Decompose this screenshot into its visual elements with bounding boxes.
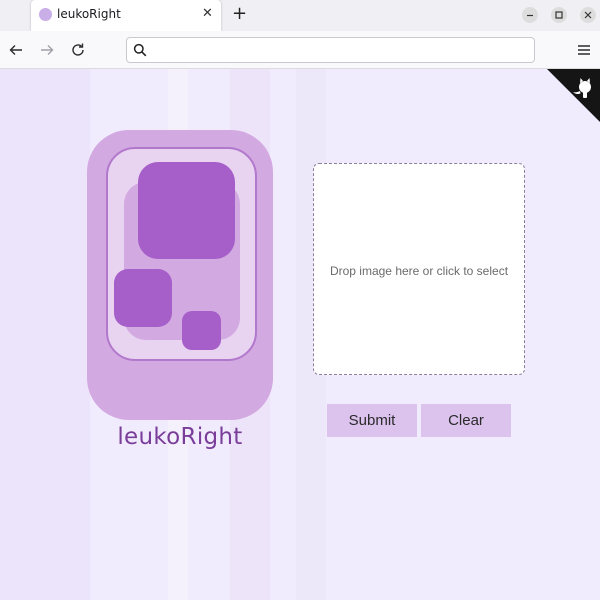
page-content: leukoRight Drop image here or click to s… — [0, 69, 600, 600]
app-logo: leukoRight — [87, 130, 273, 450]
maximize-icon[interactable] — [551, 7, 567, 23]
navigation-bar — [0, 31, 600, 69]
search-icon — [133, 43, 147, 57]
tab-close-icon[interactable]: ✕ — [202, 6, 213, 22]
arrow-left-icon[interactable] — [8, 42, 24, 58]
logo-graphic — [87, 130, 273, 420]
github-corner-link[interactable] — [547, 69, 600, 122]
submit-button[interactable]: Submit — [327, 404, 417, 437]
image-dropzone[interactable]: Drop image here or click to select — [313, 163, 525, 375]
minimize-icon[interactable] — [522, 7, 538, 23]
arrow-right-icon[interactable] — [39, 42, 55, 58]
hamburger-menu-icon[interactable] — [576, 42, 592, 58]
background-stripe — [0, 69, 90, 600]
new-tab-plus-icon[interactable]: + — [232, 4, 247, 24]
dropzone-prompt: Drop image here or click to select — [329, 264, 509, 278]
app-favicon-icon — [39, 8, 52, 21]
tab-bar: leukoRight ✕ + — [0, 0, 600, 31]
url-input[interactable] — [153, 41, 528, 59]
browser-tab[interactable]: leukoRight ✕ — [31, 0, 221, 31]
reload-icon[interactable] — [70, 42, 86, 58]
clear-button[interactable]: Clear — [421, 404, 511, 437]
logo-text: leukoRight — [117, 424, 243, 450]
address-bar[interactable] — [126, 37, 535, 63]
window-close-icon[interactable] — [580, 7, 596, 23]
tab-title: leukoRight — [57, 7, 121, 21]
